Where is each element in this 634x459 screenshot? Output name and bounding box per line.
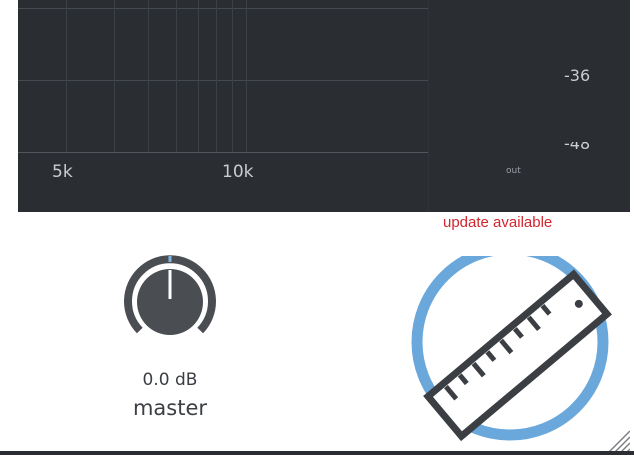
gridline (66, 0, 67, 152)
gridline (232, 0, 233, 152)
spectrum-graph (18, 0, 428, 156)
knob-icon (124, 255, 216, 335)
gridline (148, 0, 149, 152)
master-knob[interactable] (118, 250, 222, 354)
gridline (198, 0, 199, 152)
gridline (176, 0, 177, 152)
gridline (246, 0, 247, 152)
analyzer-panel: 5k 10k -36 -48 out (18, 0, 630, 212)
gridline (18, 152, 428, 153)
ruler-logo (404, 243, 631, 456)
freq-label-5k: 5k (52, 162, 73, 182)
bottom-bar (0, 451, 634, 455)
gridline (114, 0, 115, 152)
left-margin (0, 0, 18, 455)
output-meter-label: out (506, 166, 521, 176)
gridline (18, 80, 428, 81)
gridline (216, 0, 217, 152)
db-label-clip: -48 (564, 142, 604, 152)
freq-label-10k: 10k (222, 162, 254, 182)
db-label-minus36: -36 (564, 66, 591, 85)
db-label-minus48: -48 (564, 142, 591, 152)
master-value: 0.0 dB (142, 370, 198, 390)
ruler-circle-icon (411, 243, 631, 456)
update-available-link[interactable]: update available (443, 214, 552, 231)
meter-divider (428, 0, 429, 212)
gridline (18, 8, 428, 9)
master-label: master (132, 396, 208, 420)
